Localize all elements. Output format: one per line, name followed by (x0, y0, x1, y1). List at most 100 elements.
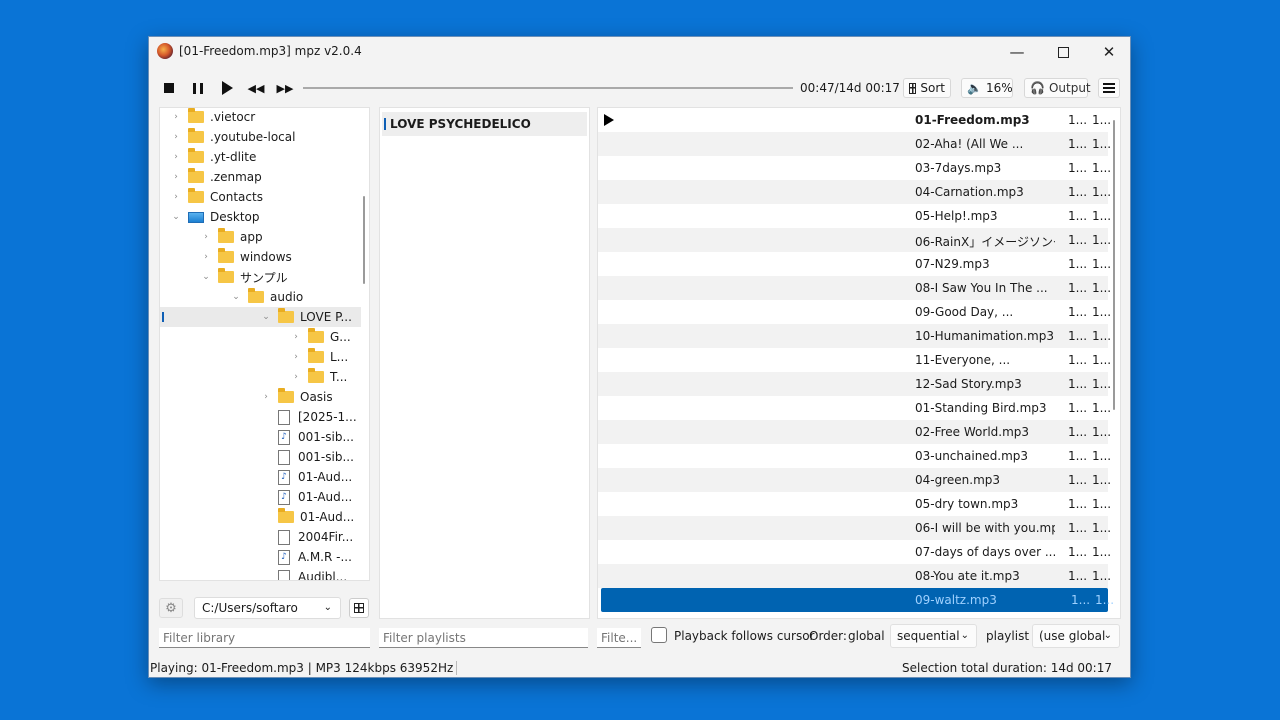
seek-slider[interactable] (303, 87, 793, 89)
track-row[interactable]: 02-Free World.mp3 1... 1... (598, 420, 1111, 444)
chevron-right-icon[interactable]: › (170, 192, 182, 202)
tree-item[interactable]: ⌄ LOVE P... (160, 307, 361, 327)
output-button[interactable]: 🎧 Output (1024, 78, 1091, 98)
playlists-panel: LOVE PSYCHEDELICO (379, 107, 590, 619)
volume-button[interactable]: 🔈 16% (961, 78, 1013, 98)
track-row[interactable]: 03-7days.mp3 1... 1... (598, 156, 1111, 180)
sort-label: Sort (920, 81, 945, 95)
track-row[interactable]: 08-You ate it.mp3 1... 1... (598, 564, 1111, 588)
chevron-right-icon[interactable]: › (200, 252, 212, 262)
tree-item[interactable]: › app (160, 227, 361, 247)
track-row[interactable]: 04-Carnation.mp3 1... 1... (598, 180, 1111, 204)
sort-button[interactable]: Sort (903, 78, 951, 98)
next-button[interactable]: ▶▶ (273, 76, 297, 100)
tree-item[interactable]: ♪ 01-Aud... (160, 467, 361, 487)
close-button[interactable]: ✕ (1086, 37, 1132, 67)
library-view-button[interactable] (349, 598, 369, 618)
previous-button[interactable]: ◀◀ (244, 76, 268, 100)
track-row[interactable]: 05-dry town.mp3 1... 1... (598, 492, 1111, 516)
play-button[interactable] (215, 76, 239, 100)
tracklist-scrollbar[interactable] (1113, 120, 1115, 410)
headphones-icon: 🎧 (1030, 81, 1045, 95)
tree-item[interactable]: ⌄ Desktop (160, 207, 361, 227)
chevron-right-icon[interactable]: › (170, 152, 182, 162)
pause-button[interactable] (186, 76, 210, 100)
track-row[interactable]: 09-waltz.mp3 1... 1... (601, 588, 1114, 612)
menu-button[interactable] (1098, 78, 1120, 98)
tree-item[interactable]: › Contacts (160, 187, 361, 207)
track-row[interactable]: 08-I Saw You In The ... 1... 1... (598, 276, 1111, 300)
track-row[interactable]: 02-Aha! (All We ... 1... 1... (598, 132, 1111, 156)
tree-item[interactable]: › T... (160, 367, 361, 387)
filter-tracks-input[interactable] (597, 628, 641, 648)
tree-item[interactable]: › Oasis (160, 387, 361, 407)
track-row[interactable]: 01-Standing Bird.mp3 1... 1... (598, 396, 1111, 420)
track-name: 05-dry town.mp3 (915, 497, 1019, 511)
tree-item[interactable]: [2025-1... (160, 407, 361, 427)
filter-library-input[interactable] (159, 628, 370, 648)
chevron-right-icon[interactable]: › (170, 112, 182, 122)
track-row[interactable]: 03-unchained.mp3 1... 1... (598, 444, 1111, 468)
tree-item[interactable]: 2004Fir... (160, 527, 361, 547)
tree-item[interactable]: › .zenmap (160, 167, 361, 187)
tree-item[interactable]: › .youtube-local (160, 127, 361, 147)
chevron-down-icon[interactable]: ⌄ (200, 272, 212, 282)
title-bar[interactable]: [01-Freedom.mp3] mpz v2.0.4 — ✕ (149, 37, 1130, 67)
minimize-button[interactable]: — (994, 37, 1040, 67)
file-icon (278, 529, 290, 545)
filter-playlists-input[interactable] (379, 628, 588, 648)
tree-item[interactable]: Audibl... (160, 567, 361, 581)
tree-item[interactable]: › .yt-dlite (160, 147, 361, 167)
library-tree[interactable]: › .vietocr › .youtube-local › .yt-dlite › .zenm… (159, 107, 370, 581)
track-row[interactable]: 09-Good Day, ... 1... 1... (598, 300, 1111, 324)
playback-follows-cursor-checkbox[interactable] (651, 627, 667, 643)
stop-button[interactable] (157, 76, 181, 100)
track-row[interactable]: 07-days of days over ... 1... 1... (598, 540, 1111, 564)
track-row[interactable]: 06-I will be with you.mp3 1... 1... (598, 516, 1111, 540)
file-icon (278, 409, 290, 425)
chevron-down-icon[interactable]: ⌄ (230, 292, 242, 302)
chevron-right-icon[interactable]: › (290, 372, 302, 382)
tree-item[interactable]: ♪ 01-Aud... (160, 487, 361, 507)
track-column-1: 1... (1068, 425, 1088, 439)
playlist-item[interactable]: LOVE PSYCHEDELICO (382, 112, 587, 136)
chevron-right-icon[interactable]: › (290, 332, 302, 342)
track-row[interactable]: 11-Everyone, ... 1... 1... (598, 348, 1111, 372)
maximize-button[interactable] (1040, 37, 1086, 67)
tree-item[interactable]: ⌄ サンプル (160, 267, 361, 287)
track-row[interactable]: 12-Sad Story.mp3 1... 1... (598, 372, 1111, 396)
chevron-right-icon[interactable]: › (260, 392, 272, 402)
tree-item[interactable]: 01-Aud... (160, 507, 361, 527)
track-row[interactable]: 01-Freedom.mp3 1... 1... (598, 108, 1111, 132)
tree-item[interactable]: ♪ 001-sib... (160, 427, 361, 447)
tree-scrollbar[interactable] (363, 196, 365, 284)
track-row[interactable]: 06-RainX」イメージソング... 1... 1... (598, 228, 1111, 252)
track-name: 04-green.mp3 (915, 473, 1001, 487)
tree-item[interactable]: › .vietocr (160, 108, 361, 127)
chevron-down-icon[interactable]: ⌄ (260, 312, 272, 322)
tree-item-label: 2004Fir... (298, 530, 354, 544)
tree-item[interactable]: › G... (160, 327, 361, 347)
tree-item-label: 001-sib... (298, 430, 354, 444)
chevron-right-icon[interactable]: › (170, 132, 182, 142)
track-row[interactable]: 07-N29.mp3 1... 1... (598, 252, 1111, 276)
chevron-right-icon[interactable]: › (170, 172, 182, 182)
track-row[interactable]: 04-green.mp3 1... 1... (598, 468, 1111, 492)
library-path-select[interactable]: C:/Users/softaro ⌄ (194, 597, 341, 619)
tree-item-label: 01-Aud... (298, 490, 353, 504)
tree-item[interactable]: ♪ A.M.R -... (160, 547, 361, 567)
chevron-right-icon[interactable]: › (290, 352, 302, 362)
chevron-down-icon[interactable]: ⌄ (170, 212, 182, 222)
library-settings-button[interactable]: ⚙ (159, 598, 183, 618)
tree-item[interactable]: › L... (160, 347, 361, 367)
tree-item[interactable]: ⌄ audio (160, 287, 361, 307)
tree-item-label: Audibl... (298, 570, 348, 581)
tree-item[interactable]: 001-sib... (160, 447, 361, 467)
track-row[interactable]: 10-Humanimation.mp3 1... 1... (598, 324, 1111, 348)
tree-item[interactable]: › windows (160, 247, 361, 267)
chevron-right-icon[interactable]: › (200, 232, 212, 242)
track-row[interactable]: 05-Help!.mp3 1... 1... (598, 204, 1111, 228)
playlist-order-select[interactable]: (use global ⌄ (1032, 624, 1120, 648)
grid-icon (909, 82, 917, 94)
order-select[interactable]: sequential ⌄ (890, 624, 977, 648)
